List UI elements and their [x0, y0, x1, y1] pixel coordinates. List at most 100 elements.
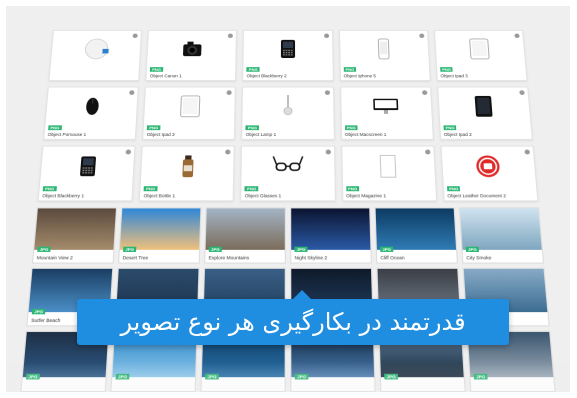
photo-thumbnail	[34, 208, 116, 250]
photo-label: Night Skyline 2	[294, 255, 328, 261]
camera-preview	[176, 38, 207, 64]
object-card[interactable]: PNG Object Bottle 1	[138, 145, 236, 202]
tablet-icon	[174, 95, 206, 118]
photo-card[interactable]: JPG Mountain View 2	[31, 207, 118, 264]
info-dot-icon[interactable]	[524, 149, 531, 155]
bottom-fade	[6, 362, 570, 392]
object-row-2: PNG Object Pomouse 1 PNG Object Ipad 3 PNG Ob…	[43, 86, 533, 140]
format-badge: PNG	[244, 186, 259, 192]
photo-card[interactable]: JPG Night Skyline 2	[290, 207, 372, 264]
lamp-icon	[272, 95, 303, 118]
phone-preview	[368, 38, 399, 64]
object-card[interactable]: PNG Object Leather Document 2	[440, 145, 539, 202]
phone-keyboard-icon	[79, 156, 96, 177]
lamp-preview	[272, 95, 303, 122]
object-label: Object Blackberry 1	[42, 193, 85, 199]
object-card[interactable]: PNG Object Glasses 1	[240, 145, 336, 202]
format-badge: PNG	[443, 125, 457, 131]
format-badge: PNG	[146, 125, 161, 131]
preview-frame: PNG Object Canon 1 PNG Object Blackberry 2P…	[6, 6, 570, 392]
photo-label: Desert Tree	[122, 255, 149, 261]
object-card[interactable]: PNG Object Ipad 3	[433, 30, 528, 81]
photo-card[interactable]: JPG Explore Mountains	[204, 207, 286, 264]
info-dot-icon[interactable]	[225, 149, 231, 155]
object-card[interactable]: PNG Object Blackberry 1	[37, 145, 136, 202]
photo-thumbnail	[205, 208, 285, 250]
photo-thumbnail	[291, 208, 371, 250]
format-badge: JPG	[465, 246, 480, 252]
object-card[interactable]: PNG Object Blackberry 2	[242, 30, 334, 81]
glasses-preview	[272, 154, 304, 183]
info-dot-icon[interactable]	[421, 90, 428, 95]
info-dot-icon[interactable]	[125, 149, 132, 155]
logo-preview	[472, 154, 506, 183]
photo-label: Cliff Ocean	[380, 255, 405, 261]
badge-mockup-preview	[80, 38, 112, 64]
format-badge: JPG	[294, 246, 308, 252]
object-label: Object Lamp 1	[245, 132, 277, 137]
format-badge: JPG	[31, 308, 46, 315]
object-card[interactable]: PNG Object Iphone 5	[338, 30, 431, 81]
info-dot-icon[interactable]	[324, 90, 330, 95]
format-badge: PNG	[246, 67, 260, 72]
format-badge: PNG	[344, 125, 358, 131]
photo-row-1: JPG Mountain View 2 JPG Desert Tree JPG Explo…	[31, 207, 545, 264]
phone-keyboard-preview	[273, 38, 303, 64]
info-dot-icon[interactable]	[323, 33, 329, 39]
format-badge: PNG	[143, 186, 158, 192]
format-badge: PNG	[343, 67, 357, 72]
info-dot-icon[interactable]	[325, 149, 331, 155]
photo-card[interactable]: JPG Desert Tree	[117, 207, 202, 264]
object-label: Object Ipad 2	[443, 132, 472, 137]
info-dot-icon[interactable]	[424, 149, 431, 155]
info-dot-icon[interactable]	[418, 33, 425, 39]
photo-label: Surfer Beach	[30, 317, 61, 324]
object-label: Object Pomouse 1	[47, 132, 87, 137]
tablet-preview	[464, 38, 496, 64]
object-card[interactable]: PNG Object Macscreen 1	[339, 86, 434, 140]
object-row-1: PNG Object Canon 1 PNG Object Blackberry 2P…	[48, 30, 528, 81]
badge-mockup-icon	[84, 38, 108, 59]
object-card[interactable]	[48, 30, 143, 81]
format-badge: PNG	[48, 125, 62, 131]
camera-icon	[182, 41, 202, 57]
phone-icon	[368, 38, 399, 60]
format-badge: JPG	[37, 246, 51, 252]
info-dot-icon[interactable]	[129, 90, 135, 95]
photo-card[interactable]: JPG Cliff Ocean	[374, 207, 459, 264]
info-dot-icon[interactable]	[226, 90, 233, 95]
info-dot-icon[interactable]	[132, 33, 138, 39]
object-card[interactable]: PNG Object Pomouse 1	[43, 86, 140, 140]
monitor-preview	[370, 95, 402, 122]
info-dot-icon[interactable]	[519, 90, 525, 95]
info-dot-icon[interactable]	[228, 33, 234, 39]
photo-label: Explore Mountains	[208, 255, 250, 261]
format-badge: PNG	[245, 125, 260, 131]
object-label: Object Glasses 1	[244, 193, 282, 199]
object-card[interactable]: PNG Object Lamp 1	[241, 86, 335, 140]
object-card[interactable]: PNG Object Magazine 1	[340, 145, 438, 202]
object-label: Object Ipad 3	[440, 73, 468, 79]
object-card[interactable]: PNG Object Ipad 3	[142, 86, 237, 140]
object-label: Object Bottle 1	[143, 193, 176, 199]
paper-preview	[372, 154, 405, 183]
info-dot-icon[interactable]	[514, 33, 520, 39]
format-badge: JPG	[208, 246, 222, 252]
logo-icon	[476, 154, 501, 178]
tablet-icon	[464, 38, 496, 60]
format-badge: PNG	[42, 186, 57, 192]
photo-card[interactable]: JPG City Smoke	[458, 207, 545, 264]
mouse-icon	[85, 95, 99, 115]
object-label: Object Blackberry 2	[246, 73, 287, 79]
format-badge: PNG	[150, 67, 164, 72]
bottle-preview	[171, 154, 204, 183]
photo-label: City Smoke	[466, 255, 492, 261]
format-badge: JPG	[123, 246, 137, 252]
tablet-black-preview	[468, 95, 501, 122]
object-label: Object Magazine 1	[346, 193, 387, 199]
object-card[interactable]: PNG Object Canon 1	[145, 30, 238, 81]
object-label: Object Leather Document 2	[447, 193, 507, 199]
format-badge: PNG	[345, 186, 360, 192]
feature-banner: قدرتمند در بکارگیری هر نوع تصویر	[77, 290, 509, 345]
object-card[interactable]: PNG Object Ipad 2	[436, 86, 533, 140]
